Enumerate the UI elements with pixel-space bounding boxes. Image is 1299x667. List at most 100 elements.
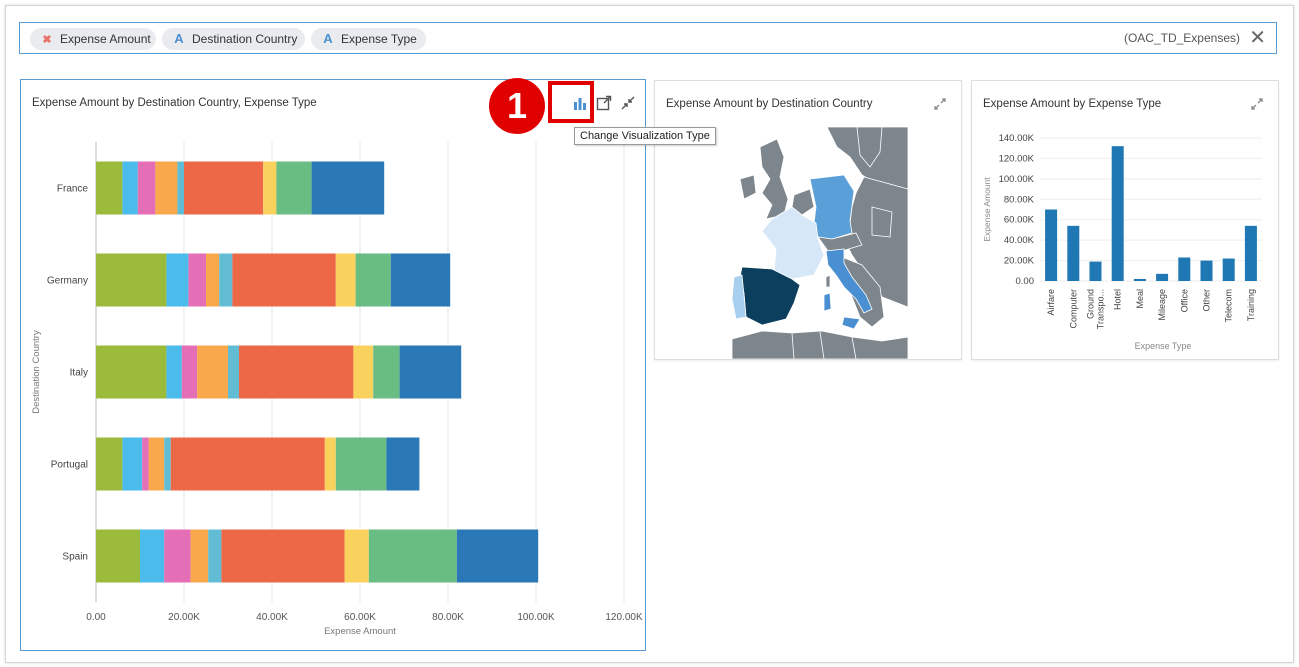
bar-segment: [122, 161, 138, 215]
y-tick-label: 40.00K: [1004, 235, 1035, 246]
bar-segment: [96, 345, 167, 399]
y-axis-title: Destination Country: [31, 330, 42, 414]
bar-segment: [96, 161, 123, 215]
bar: [1244, 225, 1257, 281]
bar-segment: [219, 253, 233, 307]
x-tick-label-line: Telecom: [1224, 289, 1234, 323]
x-tick-label: Airfare: [1046, 289, 1056, 316]
x-tick-label: Hotel: [1113, 289, 1123, 310]
bar-segment: [164, 529, 191, 583]
vertical-bar-panel[interactable]: Expense Amount by Expense Type 0.00 20.00…: [971, 80, 1279, 360]
bar-segment: [164, 437, 171, 491]
bar-segment: [232, 253, 336, 307]
bar-segment: [166, 253, 189, 307]
close-icon[interactable]: ✕: [1249, 27, 1266, 49]
measure-icon: ✖: [42, 34, 52, 46]
bar-segment: [263, 161, 277, 215]
y-tick-label: 80.00K: [1004, 194, 1035, 205]
y-tick-label: 60.00K: [1004, 215, 1035, 226]
x-tick-label: 100.00K: [517, 612, 555, 623]
x-tick-label: Mileage: [1157, 289, 1167, 321]
y-tick-label: France: [57, 184, 89, 195]
bar-segment: [208, 529, 222, 583]
x-tick-label-line: Other: [1202, 289, 1212, 312]
bar: [1222, 258, 1235, 281]
x-tick-label: Meal: [1135, 289, 1145, 309]
dataset-name: (OAC_TD_Expenses): [1123, 31, 1240, 45]
bar-segment: [368, 529, 457, 583]
bar: [1133, 278, 1146, 281]
europe-map: [732, 127, 908, 359]
attribute-icon: A: [174, 31, 184, 46]
bar: [1045, 209, 1058, 281]
bar-segment: [96, 437, 123, 491]
x-tick-label: 40.00K: [256, 612, 288, 623]
bar: [1178, 257, 1191, 281]
x-tick-label: 60.00K: [344, 612, 376, 623]
highlight-box: [548, 81, 594, 123]
x-tick-label-line: Hotel: [1113, 289, 1123, 310]
bar: [1156, 273, 1169, 281]
x-tick-label: 80.00K: [432, 612, 464, 623]
bar-segment: [197, 345, 228, 399]
tooltip: Change Visualization Type: [574, 127, 716, 145]
y-tick-label: Portugal: [51, 460, 88, 471]
bar-segment: [155, 161, 178, 215]
bar-segment: [137, 161, 156, 215]
attribute-icon: A: [323, 31, 333, 46]
expand-icon[interactable]: [933, 97, 947, 111]
x-axis-title: Expense Type: [1135, 341, 1192, 351]
bar-segment: [166, 345, 182, 399]
bar: [1200, 260, 1213, 281]
bar-segment: [311, 161, 385, 215]
bar-segment: [399, 345, 462, 399]
x-tick-label-line: Airfare: [1046, 289, 1056, 316]
filter-pill-destination-country[interactable]: A Destination Country: [162, 28, 305, 50]
x-tick-label: 20.00K: [168, 612, 200, 623]
bar-segment: [170, 437, 325, 491]
bar-segment: [239, 345, 354, 399]
filter-pill-expense-type[interactable]: A Expense Type: [311, 28, 426, 50]
vertical-bar-chart: 0.00 20.00K 40.00K 60.00K 80.00K 100.00K 120.0…: [982, 133, 1262, 351]
bar-segment: [276, 161, 312, 215]
x-tick-label: Training: [1246, 289, 1256, 321]
bar-segment: [96, 529, 140, 583]
bar-segment: [181, 345, 198, 399]
x-tick-label-line: Ground: [1086, 289, 1096, 319]
bar-segment: [122, 437, 143, 491]
x-tick-label-line: Office: [1179, 289, 1189, 312]
bar-segment: [177, 161, 184, 215]
bar-segment: [373, 345, 400, 399]
panel-title: Expense Amount by Destination Country: [666, 98, 873, 110]
bar-segment: [386, 437, 420, 491]
filter-pill-label: Expense Amount: [60, 32, 151, 46]
bar-segment: [148, 437, 165, 491]
filter-pill-label: Destination Country: [192, 32, 298, 46]
stacked-bar-chart: 0.00 20.00K 40.00K 60.00K 80.00K 100.00K 120.0…: [31, 142, 643, 637]
bar: [1067, 225, 1080, 281]
y-tick-label: 140.00K: [999, 133, 1035, 144]
bar-segment: [206, 253, 220, 307]
y-tick-label: 20.00K: [1004, 256, 1035, 267]
y-tick-label: 0.00: [1016, 276, 1035, 287]
bar-segment: [142, 437, 149, 491]
x-tick-label: 120.00K: [605, 612, 643, 623]
y-tick-label: 120.00K: [999, 153, 1035, 164]
map-panel[interactable]: Expense Amount by Destination Country: [654, 80, 962, 360]
x-tick-label: Telecom: [1224, 289, 1234, 323]
filter-bar: ✖ Expense Amount A Destination Country A Ex…: [19, 22, 1277, 54]
x-tick-label: Computer: [1068, 289, 1078, 329]
filter-pill-expense-amount[interactable]: ✖ Expense Amount: [30, 28, 156, 50]
bar: [1089, 261, 1102, 281]
bar-segment: [344, 529, 369, 583]
x-tick-label: Other: [1202, 289, 1212, 312]
x-tick-label: GroundTranspo...: [1086, 289, 1106, 329]
bar-segment: [140, 529, 165, 583]
x-tick-label-line: Computer: [1068, 289, 1078, 329]
x-tick-label: Office: [1179, 289, 1189, 312]
filter-pill-label: Expense Type: [341, 32, 417, 46]
stacked-bar-panel[interactable]: Expense Amount by Destination Country, E…: [20, 79, 646, 651]
bar-segment: [190, 529, 209, 583]
x-tick-label: 0.00: [86, 612, 106, 623]
x-tick-label-line: Transpo...: [1096, 289, 1106, 329]
